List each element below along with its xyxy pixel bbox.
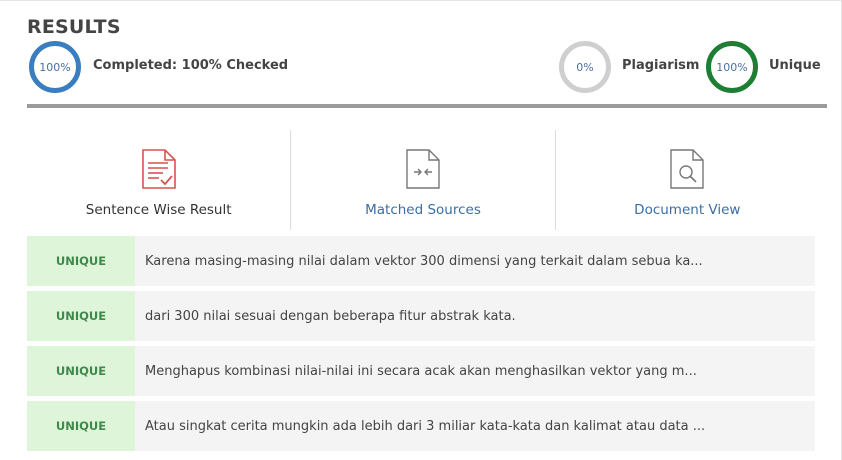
results-title: RESULTS (27, 16, 121, 38)
sentence-row[interactable]: UNIQUE Menghapus kombinasi nilai-nilai i… (27, 346, 815, 396)
plagiarism-label: Plagiarism (622, 58, 700, 73)
sentence-text: Atau singkat cerita mungkin ada lebih da… (145, 418, 706, 434)
result-view-nav: Sentence Wise Result Matched Sources Doc… (27, 130, 819, 230)
nav-label-sentence-wise-result: Sentence Wise Result (85, 202, 232, 218)
unique-status-badge: UNIQUE (27, 401, 135, 451)
sentence-text: Karena masing-masing nilai dalam vektor … (145, 253, 703, 269)
unique-percent: 100% (716, 60, 748, 74)
completed-label: Completed: 100% Checked (93, 58, 289, 73)
plagiarism-percent: 0% (576, 60, 594, 74)
unique-progress-ring: 100% (706, 41, 758, 93)
plagiarism-progress-ring: 0% (559, 41, 611, 93)
compare-document-icon (405, 148, 441, 194)
completed-percent: 100% (39, 60, 71, 74)
document-check-icon (141, 148, 177, 194)
nav-label-matched-sources: Matched Sources (365, 202, 481, 218)
unique-status-badge: UNIQUE (27, 291, 135, 341)
document-search-icon (669, 148, 705, 194)
unique-status-badge: UNIQUE (27, 346, 135, 396)
sentence-results-list: UNIQUE Karena masing-masing nilai dalam … (27, 236, 815, 456)
unique-label: Unique (769, 58, 821, 73)
sentence-text: Menghapus kombinasi nilai-nilai ini seca… (145, 363, 697, 379)
sentence-row[interactable]: UNIQUE Karena masing-masing nilai dalam … (27, 236, 815, 286)
sentence-text: dari 300 nilai sesuai dengan beberapa fi… (145, 308, 516, 324)
unique-status-badge: UNIQUE (27, 236, 135, 286)
nav-matched-sources[interactable]: Matched Sources (290, 130, 554, 230)
sentence-row[interactable]: UNIQUE dari 300 nilai sesuai dengan bebe… (27, 291, 815, 341)
top-border (0, 0, 842, 1)
completed-progress-ring: 100% (29, 41, 81, 93)
nav-document-view[interactable]: Document View (554, 130, 819, 230)
nav-label-document-view: Document View (634, 202, 741, 218)
results-divider (27, 104, 827, 108)
nav-sentence-wise-result[interactable]: Sentence Wise Result (27, 130, 290, 230)
sentence-row[interactable]: UNIQUE Atau singkat cerita mungkin ada l… (27, 401, 815, 451)
